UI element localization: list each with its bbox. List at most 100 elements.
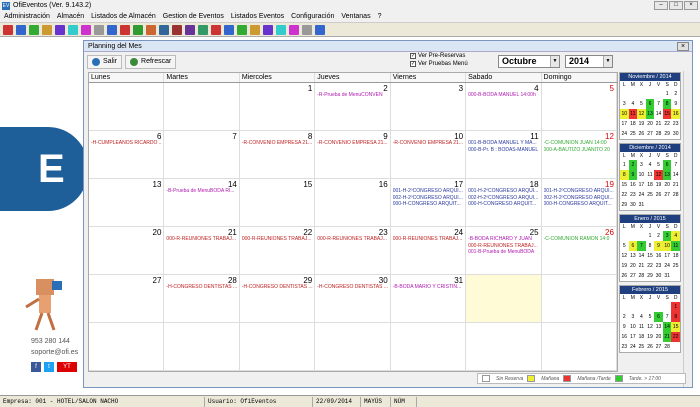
mini-day[interactable]: 26 <box>637 129 646 139</box>
mini-day[interactable]: 29 <box>646 271 655 281</box>
mini-day[interactable]: 25 <box>671 261 680 271</box>
toolbar-button-icon[interactable] <box>29 24 39 35</box>
mini-day[interactable]: 21 <box>671 180 680 190</box>
day-cell[interactable] <box>391 323 467 370</box>
day-cell[interactable]: 22 000-R-REUNIONES TRABAJ... <box>240 227 316 274</box>
mini-day[interactable] <box>654 302 663 312</box>
mini-day[interactable]: 9 <box>620 322 629 332</box>
mini-day[interactable]: 31 <box>637 200 646 210</box>
day-cell[interactable]: 20 <box>89 227 165 274</box>
mini-day[interactable]: 5 <box>654 160 663 170</box>
mini-day[interactable]: 18 <box>629 119 638 129</box>
mini-day[interactable]: 17 <box>629 332 638 342</box>
toolbar-button-icon[interactable] <box>302 24 312 35</box>
event-item[interactable]: -R-Prueba de MenuCONVEN <box>317 92 388 99</box>
event-item[interactable]: 001-B-BODA MANUEL Y MA... <box>468 140 539 147</box>
mini-day[interactable]: 22 <box>671 332 680 342</box>
mini-day[interactable]: 9 <box>654 241 663 251</box>
day-cell[interactable]: 23 000-R-REUNIONES TRABAJ... <box>315 227 391 274</box>
mini-day[interactable]: 3 <box>662 231 672 241</box>
toolbar-button-icon[interactable] <box>289 24 299 35</box>
mini-day[interactable]: 19 <box>637 119 646 129</box>
menu-item-6[interactable]: Ventanas <box>341 13 370 20</box>
toolbar-button-icon[interactable] <box>172 24 182 35</box>
event-item[interactable]: -H-CONGRESO DENTISTAS ... <box>242 284 313 291</box>
month-select[interactable]: Octubre ▼ <box>498 55 560 68</box>
event-item[interactable]: -B-BODA RICHARD Y JUAN <box>468 236 539 243</box>
mini-day[interactable]: 11 <box>671 241 680 251</box>
toolbar-button-icon[interactable] <box>42 24 52 35</box>
mini-day[interactable]: 26 <box>646 342 655 352</box>
mini-day[interactable]: 3 <box>629 312 638 322</box>
mini-day[interactable]: 7 <box>654 99 663 109</box>
mini-day[interactable] <box>671 200 680 210</box>
event-item[interactable]: -H-CUMPLEAÑOS RICARDO ... <box>91 140 162 147</box>
day-cell[interactable]: 30 -H-CONGRESO DENTISTAS ... <box>315 275 391 322</box>
day-cell[interactable]: 21 000-R-REUNIONES TRABAJ... <box>164 227 240 274</box>
toolbar-button-icon[interactable] <box>315 24 325 35</box>
mini-day[interactable]: 10 <box>662 241 672 251</box>
mini-day[interactable]: 11 <box>637 322 646 332</box>
mini-day[interactable]: 1 <box>663 89 672 99</box>
toolbar-button-icon[interactable] <box>224 24 234 35</box>
mini-day[interactable]: 7 <box>663 312 672 322</box>
refrescar-button[interactable]: Refrescar <box>125 54 177 69</box>
event-item[interactable]: 000-A-BAUTIZO JUANITO 20 <box>544 147 615 154</box>
mini-day[interactable]: 18 <box>671 251 680 261</box>
mini-day[interactable]: 22 <box>646 261 655 271</box>
day-cell[interactable]: 29 -H-CONGRESO DENTISTAS ... <box>240 275 316 322</box>
mini-day[interactable]: 4 <box>671 231 680 241</box>
mini-day[interactable]: 4 <box>637 312 646 322</box>
mini-day[interactable]: 9 <box>671 99 680 109</box>
twitter-icon[interactable]: t <box>44 362 54 372</box>
mini-day[interactable]: 17 <box>620 119 629 129</box>
day-cell[interactable]: 14 -B-Prueba de MenuBODA RI... <box>164 179 240 226</box>
mini-day[interactable] <box>620 89 629 99</box>
mini-day[interactable]: 1 <box>671 302 680 312</box>
toolbar-button-icon[interactable] <box>107 24 117 35</box>
mini-day[interactable]: 28 <box>654 129 663 139</box>
mini-day[interactable] <box>671 342 680 352</box>
toolbar-button-icon[interactable] <box>3 24 13 35</box>
day-cell[interactable]: 17 001-H-2ºCONGRESO ARQUI... 002-H-2ºCONGR… <box>391 179 467 226</box>
mini-day[interactable]: 30 <box>671 129 680 139</box>
toolbar-button-icon[interactable] <box>211 24 221 35</box>
mini-day[interactable]: 2 <box>620 312 629 322</box>
day-cell[interactable] <box>89 323 165 370</box>
day-cell[interactable] <box>164 83 240 130</box>
mini-day[interactable] <box>646 302 655 312</box>
toolbar-button-icon[interactable] <box>146 24 156 35</box>
mini-day[interactable]: 19 <box>620 261 629 271</box>
mini-day[interactable]: 21 <box>662 332 672 342</box>
event-item[interactable]: 000-R-REUNIONES TRABAJ... <box>317 236 388 243</box>
mini-day[interactable]: 16 <box>654 251 663 261</box>
mini-day[interactable]: 11 <box>646 170 655 180</box>
mini-day[interactable]: 12 <box>637 109 646 119</box>
day-cell[interactable] <box>542 323 617 370</box>
mini-day[interactable] <box>629 231 638 241</box>
mini-day[interactable]: 13 <box>662 170 672 180</box>
mini-day[interactable]: 8 <box>671 312 680 322</box>
mini-day[interactable]: 21 <box>654 119 663 129</box>
day-cell[interactable] <box>164 323 240 370</box>
toolbar-button-icon[interactable] <box>185 24 195 35</box>
toolbar-button-icon[interactable] <box>133 24 143 35</box>
mini-day[interactable]: 23 <box>620 342 629 352</box>
vertical-scrollbar[interactable] <box>683 71 691 387</box>
mini-day[interactable]: 16 <box>629 180 638 190</box>
mini-day[interactable]: 25 <box>629 129 638 139</box>
mini-day[interactable] <box>637 231 646 241</box>
mini-day[interactable]: 15 <box>662 109 672 119</box>
mini-day[interactable]: 5 <box>637 99 646 109</box>
mini-day[interactable]: 5 <box>646 312 655 322</box>
event-item[interactable]: -R-CONVENIO EMPRESA 21... <box>242 140 313 147</box>
mini-day[interactable]: 29 <box>620 200 629 210</box>
mini-day[interactable]: 20 <box>654 332 663 342</box>
day-cell[interactable] <box>542 275 617 322</box>
mini-day[interactable]: 13 <box>629 251 638 261</box>
day-cell[interactable]: 5 <box>542 83 617 130</box>
mini-day[interactable]: 1 <box>646 231 655 241</box>
event-item[interactable]: 001-H-2ºCONGRESO ARQUI... <box>544 188 615 195</box>
mini-day[interactable]: 21 <box>637 261 646 271</box>
day-cell[interactable]: 6 -H-CUMPLEAÑOS RICARDO ... <box>89 131 165 178</box>
